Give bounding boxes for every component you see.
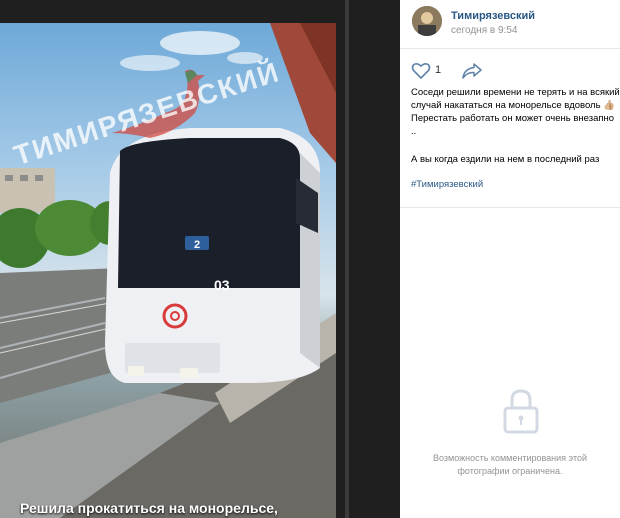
comments-restricted-notice: Возможность комментирования этой фотогра… xyxy=(433,453,587,476)
post-hashtag[interactable]: #Тимирязевский xyxy=(411,179,483,190)
heart-icon xyxy=(411,62,431,80)
post-question: А вы когда ездили на нем в последний раз xyxy=(411,154,600,165)
share-icon xyxy=(462,63,482,79)
route-number: 2 xyxy=(194,239,200,251)
divider xyxy=(400,48,620,49)
avatar-image xyxy=(412,6,442,36)
viewer-scrollbar[interactable] xyxy=(345,0,349,518)
post-author[interactable]: Тимирязевский xyxy=(451,10,535,22)
share-button[interactable] xyxy=(461,62,483,80)
avatar[interactable] xyxy=(412,6,442,36)
post-time[interactable]: сегодня в 9:54 xyxy=(451,25,517,36)
train-number: 03 xyxy=(214,277,230,293)
lock-icon xyxy=(502,388,540,434)
post-text: Соседи решили времени не терять и на вся… xyxy=(411,87,620,137)
divider xyxy=(400,207,620,208)
photo-caption: Решила прокатиться на монорельсе, xyxy=(20,500,278,516)
post-panel: Тимирязевский сегодня в 9:54 1 Соседи ре… xyxy=(400,0,620,518)
photo-viewer: 2 03 ТИМИРЯЗЕВСКИЙ Решила прокатиться на… xyxy=(0,0,400,518)
like-count: 1 xyxy=(435,64,442,76)
monorail-photo[interactable]: 2 03 ТИМИРЯЗЕВСКИЙ Решила прокатиться на… xyxy=(0,23,336,518)
like-button[interactable] xyxy=(411,62,431,80)
